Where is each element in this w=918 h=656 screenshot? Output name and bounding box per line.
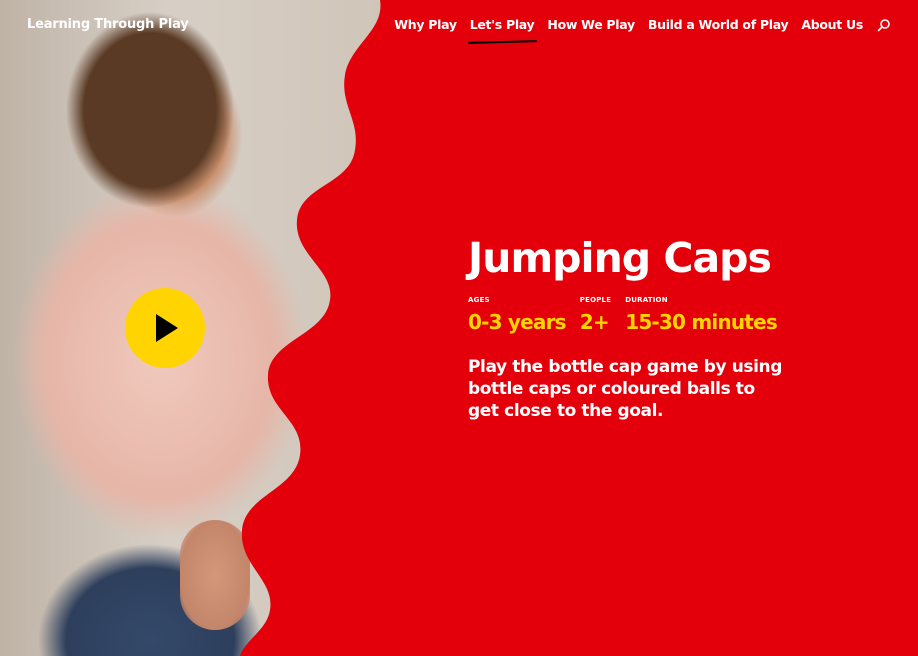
nav-about-us[interactable]: About Us <box>801 17 863 32</box>
duration-label: DURATION <box>625 296 668 304</box>
nav-why-play[interactable]: Why Play <box>394 17 457 32</box>
nav-how-we-play[interactable]: How We Play <box>547 17 635 32</box>
people-value: 2+ <box>579 310 610 334</box>
meta-duration: DURATION 15-30 minutes <box>625 296 778 334</box>
main-nav: Why Play Let's Play How We Play Build a … <box>381 17 891 32</box>
search-icon[interactable] <box>877 18 891 32</box>
play-video-button[interactable] <box>125 288 205 368</box>
meta-people: PEOPLE 2+ <box>580 296 611 334</box>
ages-label: AGES <box>468 296 490 304</box>
nav-lets-play[interactable]: Let's Play <box>470 17 535 32</box>
activity-info: Jumping Caps AGES 0-3 years PEOPLE 2+ DU… <box>468 232 798 422</box>
activity-meta: AGES 0-3 years PEOPLE 2+ DURATION 15-30 … <box>468 296 798 334</box>
site-logo[interactable]: Learning Through Play <box>27 17 189 32</box>
play-icon <box>156 314 178 342</box>
duration-value: 15-30 minutes <box>625 310 778 334</box>
activity-title: Jumping Caps <box>468 234 772 282</box>
people-label: PEOPLE <box>579 296 612 304</box>
ages-value: 0-3 years <box>468 310 567 334</box>
meta-ages: AGES 0-3 years <box>468 296 567 334</box>
nav-build-a-world-of-play[interactable]: Build a World of Play <box>648 17 789 32</box>
activity-description: Play the bottle cap game by using bottle… <box>468 357 783 421</box>
